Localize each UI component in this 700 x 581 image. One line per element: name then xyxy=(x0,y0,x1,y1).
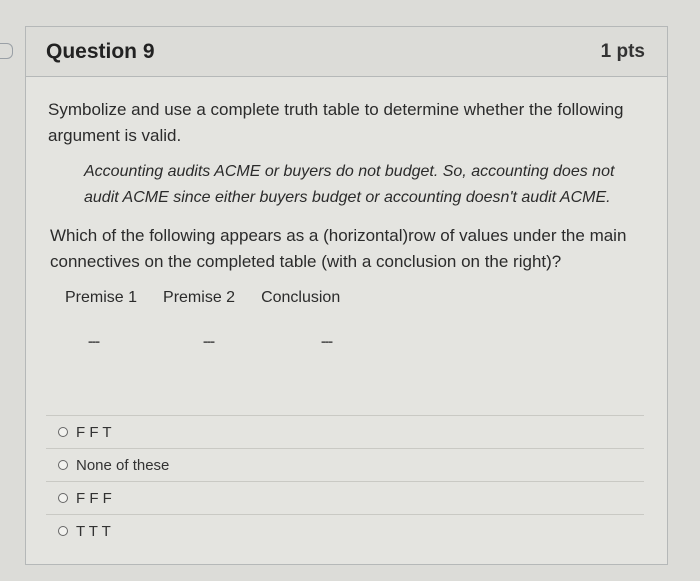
argument-text: Accounting audits ACME or buyers do not … xyxy=(84,163,615,206)
question-body: Symbolize and use a complete truth table… xyxy=(26,77,667,349)
bookmark-flag-icon[interactable] xyxy=(0,43,13,59)
answer-label: T T T xyxy=(76,522,111,540)
radio-button[interactable] xyxy=(58,493,68,503)
answer-label: F F F xyxy=(76,489,112,507)
answer-option[interactable]: T T T xyxy=(46,514,644,547)
question-points: 1 pts xyxy=(600,40,645,62)
question-prompt: Symbolize and use a complete truth table… xyxy=(48,100,624,145)
answer-option[interactable]: F F T xyxy=(46,415,644,448)
question-header: Question 9 1 pts xyxy=(26,27,667,77)
column-headers: Premise 1 Premise 2 Conclusion xyxy=(65,289,647,307)
question-ask: Which of the following appears as a (hor… xyxy=(50,226,627,271)
answer-label: F F T xyxy=(76,423,112,441)
column-conclusion: Conclusion xyxy=(261,289,341,306)
blank-values: --- --- --- xyxy=(48,333,647,349)
answer-option[interactable]: F F F xyxy=(46,481,644,514)
column-premise-1: Premise 1 xyxy=(65,289,138,306)
radio-button[interactable] xyxy=(58,460,68,470)
radio-button[interactable] xyxy=(58,427,68,437)
question-title: Question 9 xyxy=(46,39,155,63)
answer-label: None of these xyxy=(76,456,170,474)
question-card: Question 9 1 pts Symbolize and use a com… xyxy=(25,26,668,565)
blank-premise-2: --- xyxy=(203,333,215,349)
blank-premise-1: --- xyxy=(88,333,100,349)
column-premise-2: Premise 2 xyxy=(163,289,236,306)
blank-conclusion: --- xyxy=(321,333,333,349)
radio-button[interactable] xyxy=(58,526,68,536)
answer-option[interactable]: None of these xyxy=(46,448,644,481)
answer-list: F F T None of these F F F T T T xyxy=(46,415,644,547)
